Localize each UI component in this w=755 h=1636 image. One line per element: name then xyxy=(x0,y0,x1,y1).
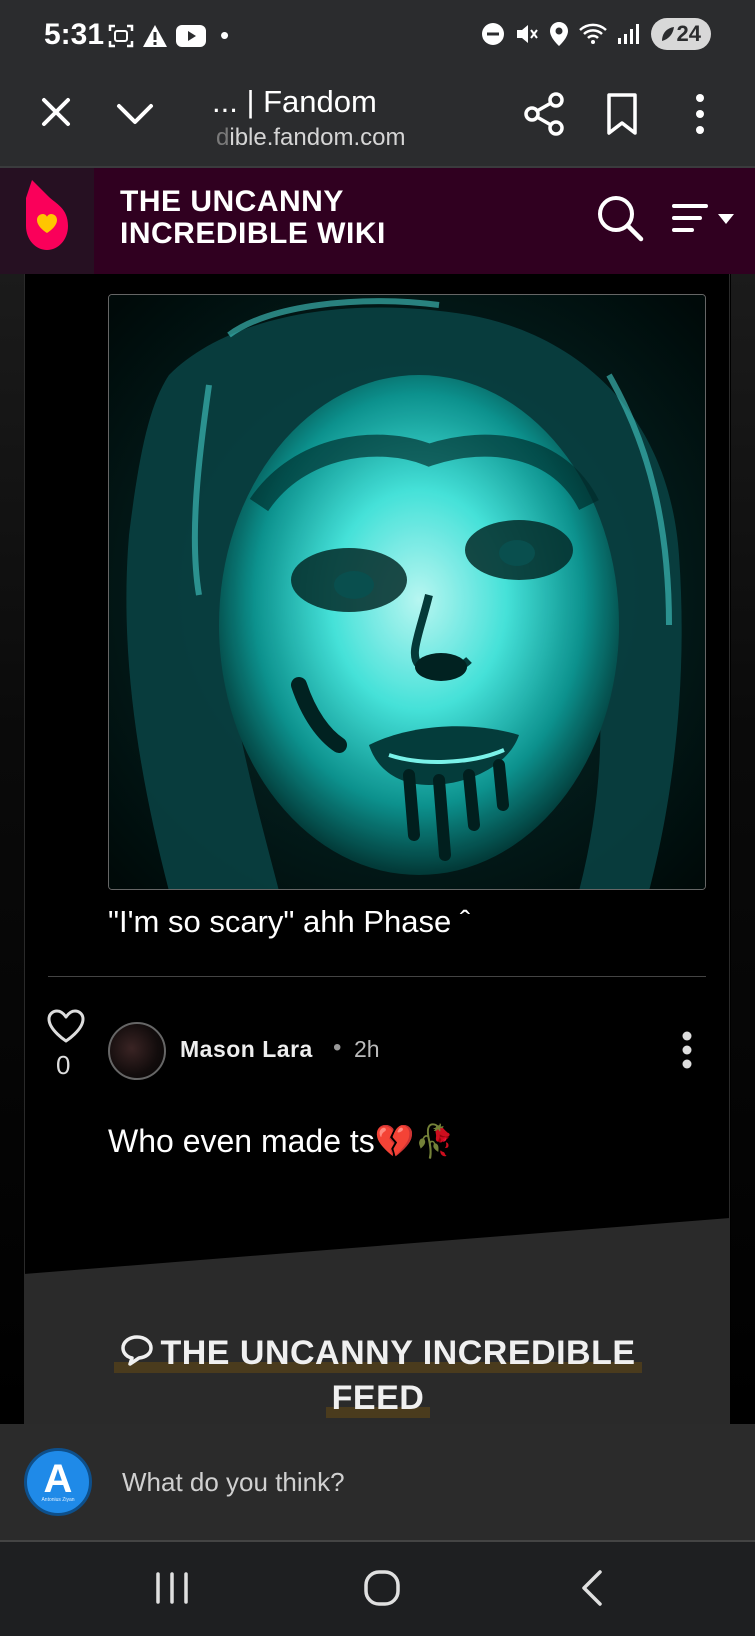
page-margin-right xyxy=(731,274,755,1424)
menu-icon[interactable] xyxy=(672,202,736,238)
discussion-content: "I'm so scary" ahh Phase ˆ 0 Mason Lara … xyxy=(0,274,755,1424)
wiki-title-line-1: THE UNCANNY xyxy=(120,185,344,218)
page-margin-left xyxy=(0,274,24,1424)
more-vertical-icon[interactable] xyxy=(690,90,710,138)
mute-icon xyxy=(516,25,538,43)
reply-text: Who even made ts💔🥀 xyxy=(108,1123,455,1159)
signal-icon xyxy=(617,24,639,44)
user-avatar-letter: A xyxy=(43,1457,73,1501)
feed-title: THE UNCANNY INCREDIBLE FEED xyxy=(88,1334,668,1418)
browser-page-title[interactable]: ... | Fandom xyxy=(212,84,377,120)
notification-dot: • xyxy=(220,20,230,50)
back-icon[interactable] xyxy=(578,1568,608,1608)
wiki-header: THE UNCANNY INCREDIBLE WIKI xyxy=(0,168,755,274)
comment-input[interactable] xyxy=(110,1456,710,1508)
warning-icon xyxy=(143,24,167,47)
browser-url[interactable]: dible.fandom.com xyxy=(216,124,405,152)
battery-saver-icon xyxy=(661,27,674,41)
battery-level: 24 xyxy=(676,21,701,46)
fandom-logo-icon[interactable] xyxy=(20,178,74,254)
feed-title-line-2: FEED xyxy=(325,1379,431,1418)
browser-url-faded: d xyxy=(216,124,230,151)
divider xyxy=(48,976,706,977)
heart-icon[interactable] xyxy=(46,1008,86,1044)
wiki-title[interactable]: THE UNCANNY INCREDIBLE WIKI xyxy=(120,186,386,250)
browser-toolbar: ... | Fandom dible.fandom.com xyxy=(0,72,755,168)
location-icon xyxy=(549,22,568,46)
status-bar: 5:31 • 24 xyxy=(0,0,755,72)
status-system-icons: 24 xyxy=(481,18,711,50)
chat-bubble-icon xyxy=(121,1335,154,1366)
more-vertical-icon[interactable] xyxy=(680,1030,694,1070)
close-icon[interactable] xyxy=(36,92,76,132)
user-avatar-subtext: Antonius Ziyan xyxy=(41,1497,75,1503)
home-icon[interactable] xyxy=(362,1568,402,1608)
youtube-icon xyxy=(176,24,206,47)
fandom-logo-container[interactable] xyxy=(0,168,94,274)
like-count: 0 xyxy=(56,1050,71,1080)
reply-timestamp: 2h xyxy=(354,1036,380,1062)
user-avatar[interactable]: A Antonius Ziyan xyxy=(24,1448,92,1516)
browser-url-text: ible.fandom.com xyxy=(229,124,406,151)
reply-author[interactable]: Mason Lara xyxy=(180,1036,313,1063)
portrait-image xyxy=(109,295,705,889)
feed-title-line-1: THE UNCANNY INCREDIBLE xyxy=(160,1334,636,1372)
battery-indicator: 24 xyxy=(650,18,711,50)
post-image[interactable] xyxy=(108,294,706,890)
wifi-icon xyxy=(578,23,607,44)
do-not-disturb-icon xyxy=(481,23,504,45)
post-caption: "I'm so scary" ahh Phase ˆ xyxy=(108,904,471,939)
avatar[interactable] xyxy=(108,1022,166,1080)
system-navigation-bar xyxy=(0,1540,755,1636)
wiki-title-line-2: INCREDIBLE WIKI xyxy=(120,217,386,250)
status-notification-icons: • xyxy=(108,20,229,51)
share-icon[interactable] xyxy=(522,90,566,138)
status-time: 5:31 xyxy=(44,18,105,51)
bookmark-icon[interactable] xyxy=(604,90,640,138)
meta-separator: • xyxy=(333,1034,342,1061)
chevron-down-icon[interactable] xyxy=(114,94,156,134)
comment-composer: A Antonius Ziyan xyxy=(0,1424,755,1540)
feed-title-line-1-wrap: THE UNCANNY INCREDIBLE xyxy=(114,1334,642,1373)
search-icon[interactable] xyxy=(596,194,644,242)
screenshot-icon xyxy=(108,24,134,47)
recent-apps-icon[interactable] xyxy=(152,1570,192,1606)
